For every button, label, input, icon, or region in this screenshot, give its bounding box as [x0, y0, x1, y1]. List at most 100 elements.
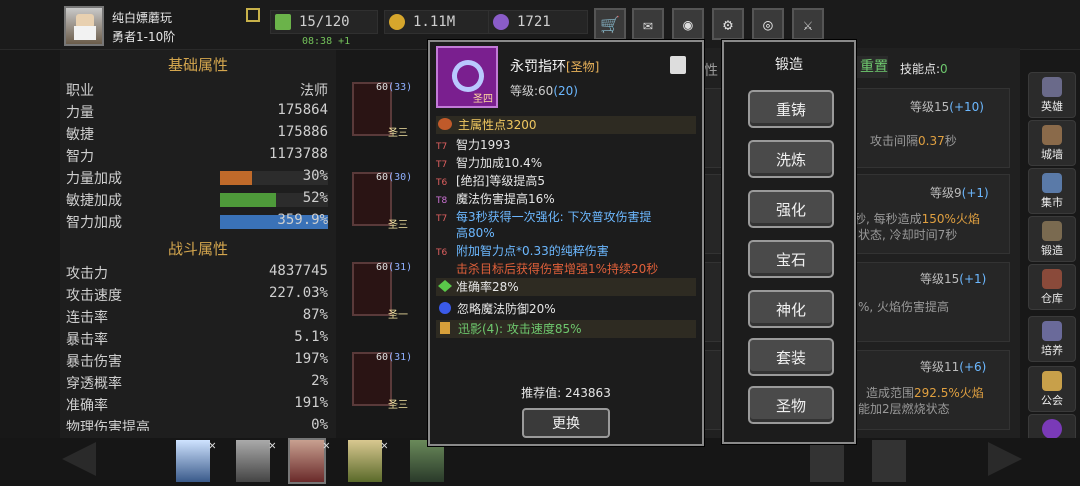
forge-title: 锻造 [775, 57, 803, 73]
equipment-level: 60(30) [376, 172, 412, 183]
player-rank: 勇者1-10阶 [112, 30, 176, 44]
stat-value: 2% [311, 373, 328, 389]
color-wheel-icon[interactable]: ◎ [752, 8, 784, 40]
item-name: 永罚指环[圣物] [510, 56, 599, 76]
book-icon [440, 322, 450, 334]
gold-value: 1.11M [413, 14, 456, 30]
close-icon[interactable]: ✕ [381, 438, 388, 452]
stat-row: 暴击伤害 197% [66, 351, 328, 373]
affix-text: 智力1993 [456, 138, 511, 152]
item-level: 等级:60(20) [510, 82, 578, 99]
stat-row: 穿透概率 2% [66, 373, 328, 395]
gem-text: 忽略魔法防御20% [457, 302, 556, 316]
affix-text: 每3秒获得一次强化: 下次普攻伤害提 [456, 210, 652, 224]
enhance-button[interactable]: 强化 [748, 190, 834, 228]
relic-button[interactable]: 圣物 [748, 386, 834, 424]
guild-icon [1042, 371, 1062, 391]
lock-icon[interactable] [670, 56, 686, 74]
sidebar-market[interactable]: 集市 [1028, 168, 1076, 214]
energy-icon [275, 14, 291, 30]
hero-portrait[interactable]: ✕ [288, 438, 330, 484]
skill-level-bonus: (+1) [959, 272, 987, 286]
mail-icon[interactable]: ✉ [632, 8, 664, 40]
energy-timer: 08:38 +1 [302, 36, 351, 47]
stat-label: 准确率 [66, 398, 108, 414]
affix-text: 高80% [456, 226, 495, 240]
replace-button[interactable]: 更换 [522, 408, 610, 438]
hero-portrait[interactable] [410, 440, 444, 482]
gamepad-icon[interactable]: ◉ [672, 8, 704, 40]
equip-level-value: 60 [376, 262, 389, 273]
recast-button[interactable]: 重铸 [748, 90, 834, 128]
sidebar-label: 锻造 [1041, 244, 1063, 257]
stat-value: 5.1% [294, 329, 328, 345]
stat-bar-row: 智力加成 359.9% [66, 212, 328, 234]
stat-label: 连击率 [66, 310, 108, 326]
skill-level-bonus: (+1) [961, 186, 989, 200]
stat-value: 法师 [300, 83, 328, 99]
main-stat-text: 主属性点3200 [458, 118, 537, 132]
skill-level: 等级11(+6) [920, 358, 986, 375]
affix-line: T6 [绝招]等级提高5 [436, 172, 696, 190]
hero-portrait[interactable]: ✕ [176, 438, 216, 482]
set-button[interactable]: 套装 [748, 338, 834, 376]
stat-row: 职业 法师 [66, 80, 328, 102]
stat-label: 智力 [66, 149, 94, 165]
stat-label: 力量 [66, 105, 94, 121]
skill-level-value: 等级15 [920, 272, 960, 286]
stat-label: 攻击速度 [66, 288, 122, 304]
gem-counter: 1721 [488, 10, 588, 34]
skill-desc: 造成范围292.5%火焰 [866, 384, 984, 401]
sidebar-hero[interactable]: 英雄 [1028, 72, 1076, 118]
player-avatar[interactable] [64, 6, 104, 46]
close-icon[interactable]: ✕ [323, 438, 330, 452]
equip-level-bonus: (30) [388, 172, 413, 183]
sidebar-label: 城墙 [1041, 148, 1063, 161]
reroll-button[interactable]: 洗炼 [748, 140, 834, 178]
stat-row: 准确率 191% [66, 395, 328, 417]
gem-button[interactable]: 宝石 [748, 240, 834, 278]
equip-tag: 圣三 [388, 128, 408, 139]
gem-icon [493, 14, 509, 30]
reset-skills-tab[interactable]: 重置 [852, 56, 888, 78]
sidebar-wall[interactable]: 城墙 [1028, 120, 1076, 166]
stat-label: 智力加成 [66, 215, 122, 231]
edit-name-icon[interactable] [246, 8, 260, 22]
settings-gear-icon[interactable]: ⚙ [712, 8, 744, 40]
sidebar-guild[interactable]: 公会 [1028, 366, 1076, 412]
skill-desc-value: 0.37 [918, 134, 945, 148]
attributes-tab-partial[interactable]: 性 [704, 60, 718, 80]
sidebar-label: 培养 [1041, 344, 1063, 357]
set-bonus-line: 迅影(4): 攻击速度85% [436, 320, 696, 338]
shop-cart-icon[interactable]: 🛒 [594, 8, 626, 40]
affix-text: 击杀目标后获得伤害增强1%持续20秒 [456, 262, 659, 276]
castle-wall-icon [1042, 125, 1062, 145]
warehouse-icon [1042, 269, 1062, 289]
skill-desc: 秒, 每秒造成150%火焰 [854, 210, 980, 227]
skill-points-label: 技能点: [900, 62, 941, 76]
hero-portrait[interactable]: ✕ [236, 438, 276, 482]
stat-value: 87% [302, 307, 328, 323]
equipment-level: 60(33) [376, 82, 412, 93]
affix-text: 智力加成10.4% [456, 156, 543, 170]
equip-level-bonus: (31) [388, 352, 413, 363]
green-gem-icon [438, 280, 452, 292]
sword-icon[interactable]: ⚔ [792, 8, 824, 40]
stat-label: 敏捷加成 [66, 193, 122, 209]
stat-value: 227.03% [268, 285, 328, 301]
battle-stats-title: 战斗属性 [167, 240, 228, 258]
stat-label: 穿透概率 [66, 376, 122, 392]
ring-item-icon: 圣四 [436, 46, 498, 108]
stat-value: 175864 [277, 102, 328, 118]
equip-level-value: 60 [376, 172, 389, 183]
deify-button[interactable]: 神化 [748, 290, 834, 328]
hero-portrait[interactable]: ✕ [348, 438, 388, 482]
close-icon[interactable]: ✕ [269, 438, 276, 452]
affix-line: T6 附加智力点*0.33的纯粹伤害 [436, 242, 696, 260]
stat-label: 敏捷 [66, 127, 94, 143]
sidebar-forge[interactable]: 锻造 [1028, 216, 1076, 262]
stat-value: 197% [294, 351, 328, 367]
close-icon[interactable]: ✕ [209, 438, 216, 452]
sidebar-storage[interactable]: 仓库 [1028, 264, 1076, 310]
sidebar-cultivate[interactable]: 培养 [1028, 316, 1076, 362]
